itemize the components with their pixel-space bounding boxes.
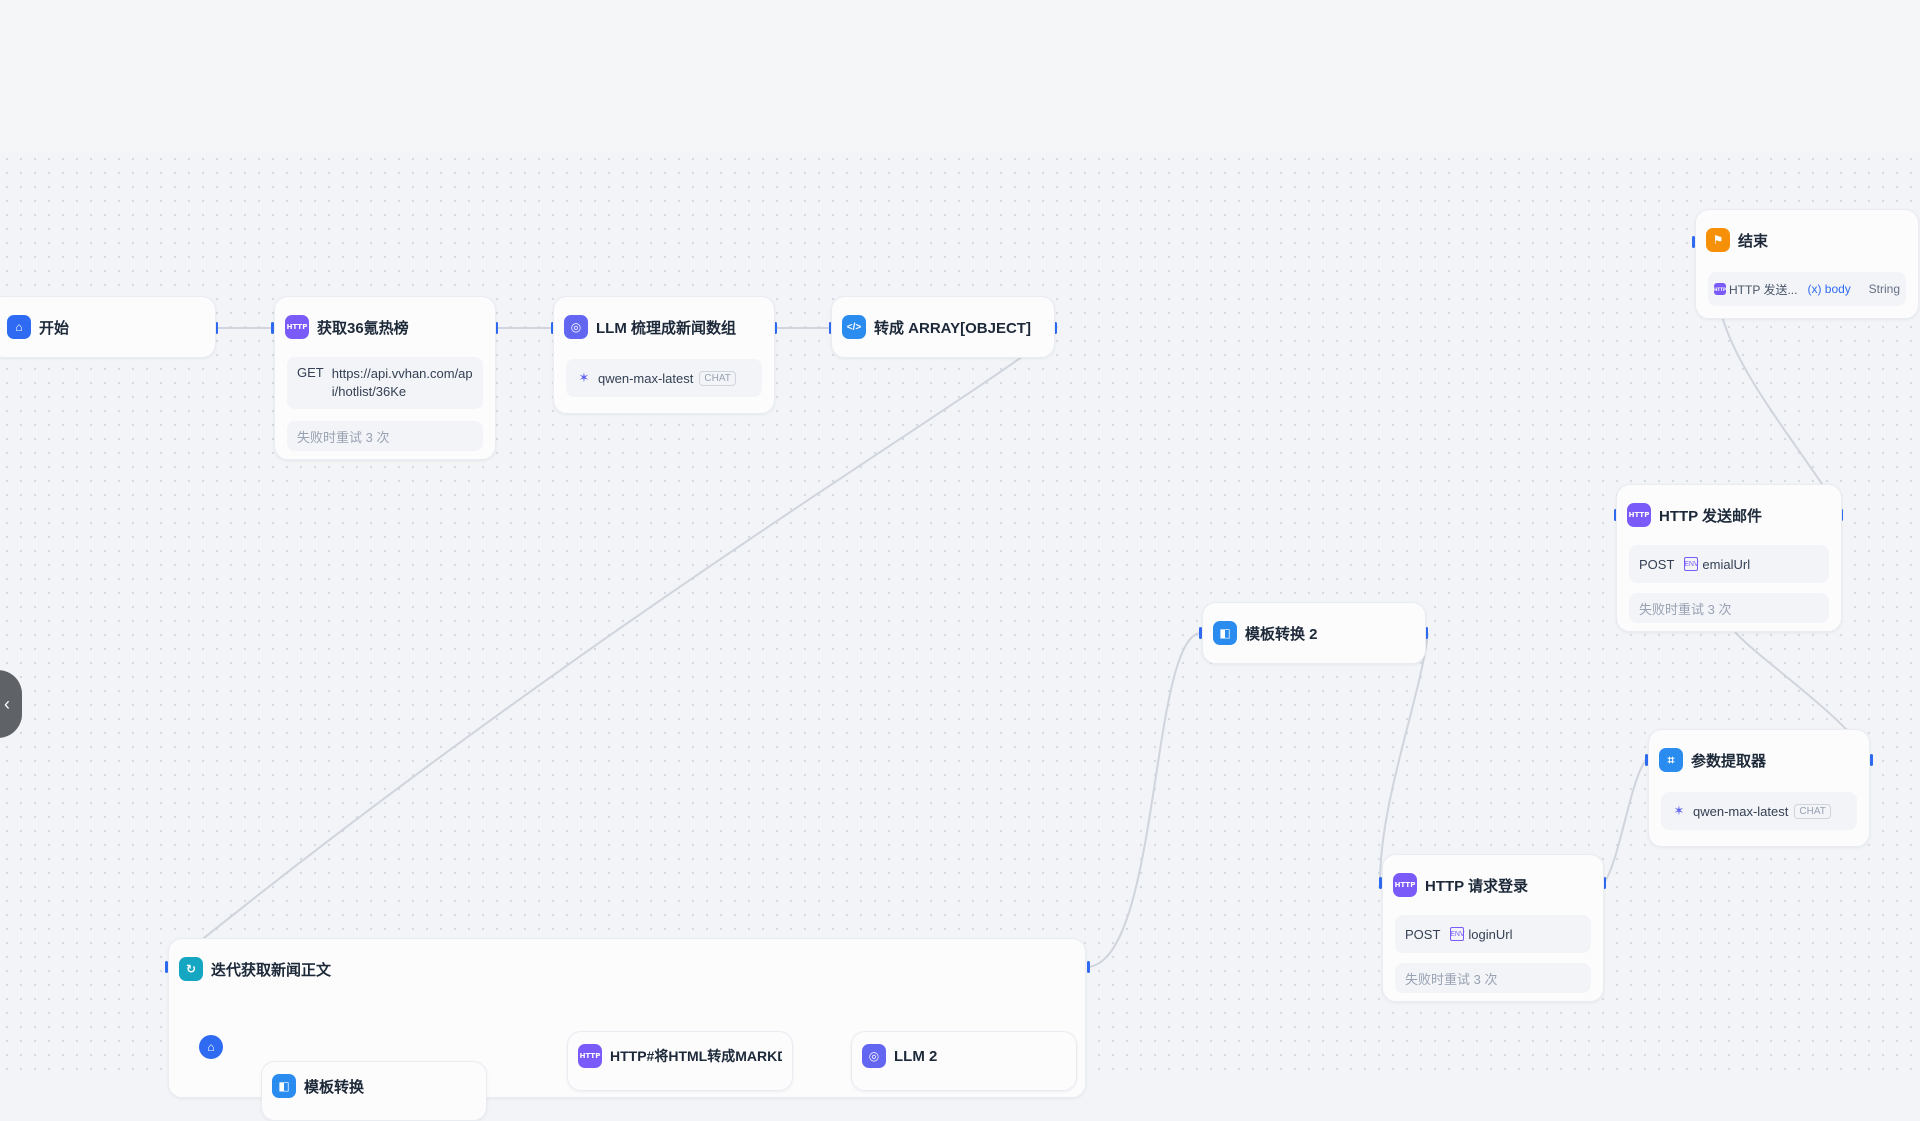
http-method: GET [297, 365, 324, 380]
request-url: https://api.vvhan.com/api/hotlist/36Ke [331, 366, 473, 399]
node-title: 迭代获取新闻正文 [211, 961, 332, 979]
node-start[interactable]: ⌂ 开始 [0, 296, 216, 358]
retry-row: 失败时重试 3 次 [1395, 963, 1591, 993]
retry-row: 失败时重试 3 次 [287, 421, 483, 451]
node-title: 获取36氪热榜 [317, 319, 409, 337]
request-url-row: POST ENV loginUrl [1395, 915, 1591, 953]
model-name: qwen-max-latest [1693, 803, 1789, 819]
iteration-start-icon[interactable]: ⌂ [199, 1035, 223, 1059]
node-title: HTTP 请求登录 [1425, 877, 1529, 895]
extractor-icon: ⌗ [1659, 748, 1683, 772]
node-parameter-extractor[interactable]: ⌗ 参数提取器 ✶ qwen-max-latest CHAT [1648, 729, 1870, 847]
variable-name: (x) body [1807, 282, 1851, 296]
model-spark-icon: ✶ [1673, 803, 1685, 818]
node-title: 模板转换 [304, 1078, 365, 1096]
node-title: 开始 [39, 319, 70, 337]
template-icon: ◧ [1213, 621, 1237, 645]
node-inner-llm-2[interactable]: ◎ LLM 2 [851, 1031, 1077, 1091]
model-spark-icon: ✶ [578, 370, 590, 385]
node-inner-http-html-to-markdown[interactable]: HTTP HTTP#将HTML转成MARKDOWN [567, 1031, 793, 1091]
node-template-2[interactable]: ◧ 模板转换 2 [1202, 602, 1426, 664]
retry-text: 失败时重试 3 次 [1405, 971, 1498, 987]
handle-iteration-out[interactable] [1087, 961, 1090, 973]
output-variable-row: HTTP HTTP 发送... (x) body String [1708, 272, 1906, 306]
template-icon: ◧ [272, 1074, 296, 1098]
env-variable-name: emialUrl [1702, 556, 1751, 572]
http-method: POST [1405, 926, 1441, 942]
node-end[interactable]: ⚑ 结束 HTTP HTTP 发送... (x) body String [1695, 209, 1919, 319]
http-method: POST [1639, 556, 1675, 572]
node-http-fetch-36ke[interactable]: HTTP 获取36氪热榜 GET https://api.vvhan.com/a… [274, 296, 496, 460]
llm-icon: ◎ [862, 1044, 886, 1068]
node-http-send-email[interactable]: HTTP HTTP 发送邮件 POST ENV emialUrl 失败时重试 3… [1616, 484, 1842, 632]
llm-icon: ◎ [564, 315, 588, 339]
node-title: 参数提取器 [1691, 752, 1767, 770]
home-icon: ⌂ [7, 315, 31, 339]
node-title: 转成 ARRAY[OBJECT] [874, 319, 1031, 337]
node-title: 结束 [1738, 232, 1769, 250]
variable-type: String [1868, 282, 1900, 296]
env-variable-icon: ENV [1450, 927, 1465, 941]
node-inner-template[interactable]: ◧ 模板转换 [261, 1061, 487, 1121]
node-title: LLM 2 [894, 1047, 938, 1065]
http-icon: HTTP [578, 1044, 602, 1068]
node-title: HTTP 发送邮件 [1659, 507, 1763, 525]
node-title: 模板转换 2 [1245, 625, 1318, 643]
node-title: HTTP#将HTML转成MARKDOWN [610, 1048, 782, 1064]
request-url-row: GET https://api.vvhan.com/api/hotlist/36… [287, 357, 483, 409]
http-icon: HTTP [285, 315, 309, 339]
request-url-row: POST ENV emialUrl [1629, 545, 1829, 583]
retry-text: 失败时重试 3 次 [1639, 601, 1732, 617]
node-http-login[interactable]: HTTP HTTP 请求登录 POST ENV loginUrl 失败时重试 3… [1382, 854, 1604, 1002]
http-icon: HTTP [1393, 873, 1417, 897]
code-icon: </> [842, 315, 866, 339]
top-toolbar-area [0, 0, 1920, 153]
model-row: ✶ qwen-max-latest CHAT [566, 359, 762, 397]
variable-source: HTTP 发送... [1729, 282, 1798, 297]
loop-icon: ↻ [179, 957, 203, 981]
retry-row: 失败时重试 3 次 [1629, 593, 1829, 623]
node-code-to-array[interactable]: </> 转成 ARRAY[OBJECT] [831, 296, 1055, 358]
node-title: LLM 梳理成新闻数组 [596, 319, 736, 337]
http-icon: HTTP [1714, 283, 1726, 295]
flag-icon: ⚑ [1706, 228, 1730, 252]
model-row: ✶ qwen-max-latest CHAT [1661, 792, 1857, 830]
node-iteration-container[interactable]: ↻ 迭代获取新闻正文 ⌂ ◧ 模板转换 HTTP HTTP#将HTML转成MAR… [168, 938, 1086, 1121]
model-mode-badge: CHAT [699, 370, 736, 386]
http-icon: HTTP [1627, 503, 1651, 527]
env-variable-icon: ENV [1684, 557, 1699, 571]
retry-text: 失败时重试 3 次 [297, 429, 390, 445]
node-llm-sort-news[interactable]: ◎ LLM 梳理成新闻数组 ✶ qwen-max-latest CHAT [553, 296, 775, 414]
handle-extract-out[interactable] [1870, 754, 1873, 766]
model-name: qwen-max-latest [598, 370, 694, 386]
model-mode-badge: CHAT [1794, 803, 1831, 819]
env-variable-name: loginUrl [1468, 926, 1513, 942]
